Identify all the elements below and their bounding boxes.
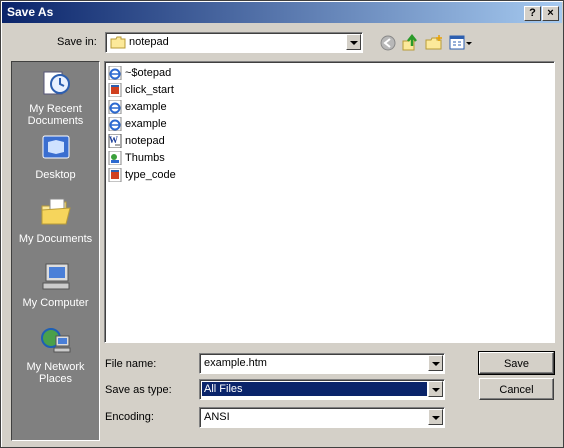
place-network-places[interactable]: My Network Places	[12, 324, 99, 385]
place-my-computer[interactable]: My Computer	[12, 260, 99, 309]
file-name: Thumbs	[125, 152, 165, 164]
save-in-label: Save in:	[57, 36, 97, 48]
place-my-documents[interactable]: My Documents	[12, 196, 99, 245]
encoding-label: Encoding:	[105, 411, 154, 423]
place-label: My Recent Documents	[27, 103, 84, 127]
file-item[interactable]: type_code	[108, 167, 176, 183]
file-list[interactable]: ~$otepad click_start example example W n…	[104, 61, 555, 343]
file-item[interactable]: W notepad	[108, 133, 165, 149]
file-name-label: File name:	[105, 358, 157, 370]
place-desktop[interactable]: Desktop	[12, 132, 99, 181]
place-label: My Network Places	[26, 361, 85, 385]
ie-html-icon	[108, 66, 122, 80]
word-doc-icon: W	[108, 134, 122, 148]
file-item[interactable]: example	[108, 116, 167, 132]
up-folder-icon[interactable]	[401, 34, 419, 52]
save-as-type-dropdown[interactable]: All Files	[199, 379, 445, 400]
places-bar: My Recent Documents Desktop My Documents	[11, 61, 100, 441]
chevron-down-icon[interactable]	[428, 409, 443, 425]
file-name: example	[125, 118, 167, 130]
ie-html-icon	[108, 100, 122, 114]
back-icon[interactable]	[379, 34, 397, 52]
views-menu-icon[interactable]	[449, 34, 473, 52]
my-computer-icon	[42, 263, 69, 290]
image-db-icon	[108, 151, 122, 165]
place-label: My Computer	[22, 297, 89, 309]
help-button[interactable]: ?	[524, 6, 541, 21]
recent-documents-icon	[43, 71, 70, 95]
file-name-input[interactable]: example.htm	[199, 353, 445, 374]
file-name: ~$otepad	[125, 67, 172, 79]
svg-text:W: W	[109, 135, 118, 145]
save-as-type-label: Save as type:	[105, 384, 172, 396]
file-item[interactable]: example	[108, 99, 167, 115]
file-name: click_start	[125, 84, 174, 96]
place-label: Desktop	[35, 169, 76, 181]
save-as-type-value: All Files	[202, 382, 427, 396]
chevron-down-icon[interactable]	[428, 381, 443, 397]
window-title: Save As	[7, 5, 54, 19]
save-in-value: notepad	[129, 36, 169, 48]
folder-icon	[110, 36, 126, 49]
file-item[interactable]: click_start	[108, 82, 174, 98]
place-label: My Documents	[18, 233, 93, 245]
title-bar: Save As ? ×	[2, 2, 562, 23]
save-as-dialog: Save As ? × Save in: notepad My Recent D…	[0, 0, 564, 448]
save-button[interactable]: Save	[478, 351, 555, 375]
encoding-value: ANSI	[204, 411, 230, 423]
ie-html-icon	[108, 117, 122, 131]
save-in-dropdown[interactable]: notepad	[105, 32, 363, 53]
app-icon	[108, 83, 122, 97]
file-name: notepad	[125, 135, 165, 147]
cancel-button[interactable]: Cancel	[479, 378, 554, 400]
desktop-icon	[42, 135, 69, 159]
my-documents-icon	[41, 198, 71, 225]
encoding-dropdown[interactable]: ANSI	[199, 407, 445, 428]
file-name-value: example.htm	[204, 357, 267, 369]
file-name: type_code	[125, 169, 176, 181]
file-name: example	[125, 101, 167, 113]
close-button[interactable]: ×	[542, 6, 559, 21]
app-icon	[108, 168, 122, 182]
file-item[interactable]: ~$otepad	[108, 65, 171, 81]
chevron-down-icon[interactable]	[346, 34, 361, 50]
file-item[interactable]: Thumbs	[108, 150, 165, 166]
place-recent-documents[interactable]: My Recent Documents	[12, 66, 99, 127]
network-places-icon	[40, 328, 70, 353]
new-folder-icon[interactable]	[425, 34, 443, 52]
chevron-down-icon[interactable]	[428, 355, 443, 371]
